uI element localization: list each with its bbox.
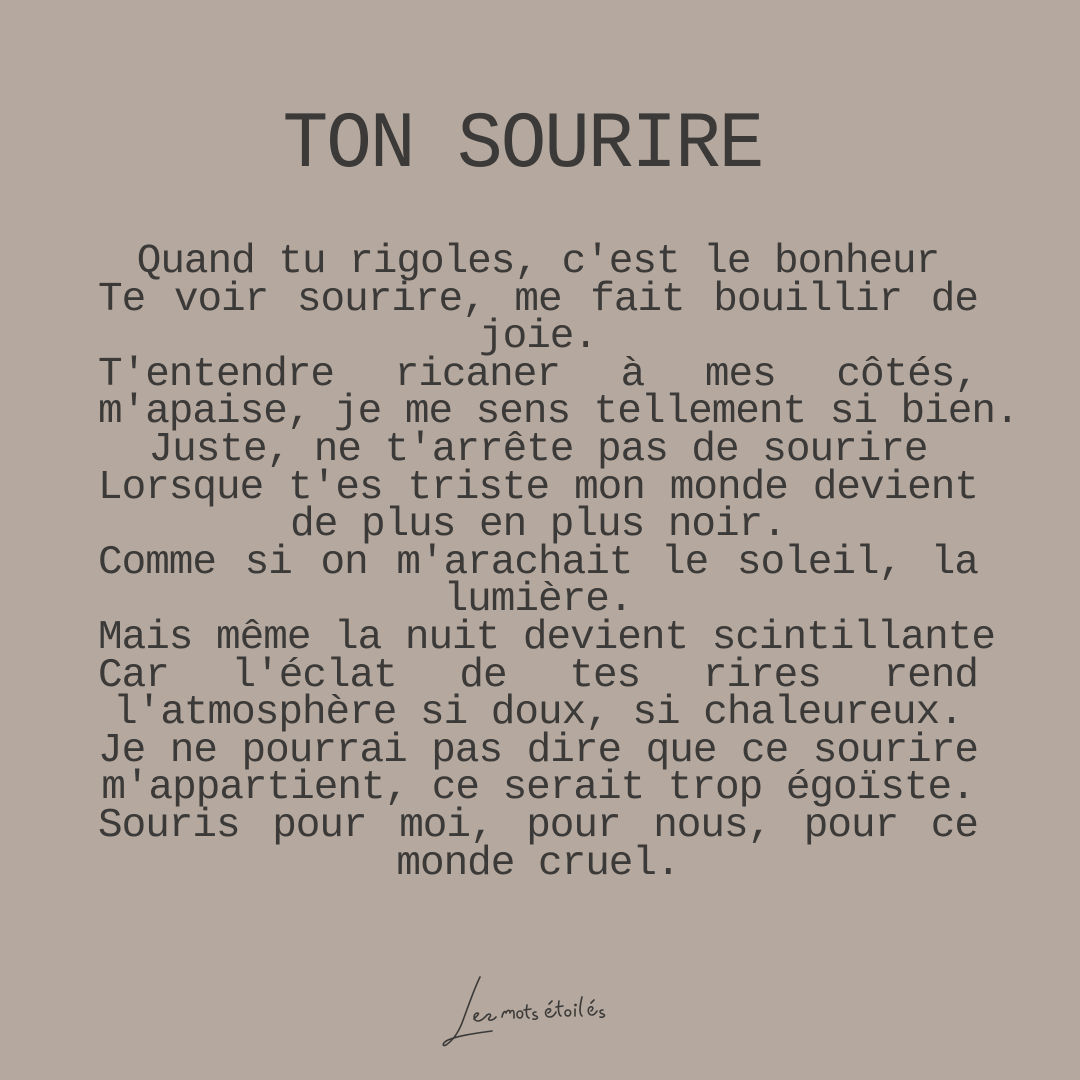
poem-line: monde cruel. xyxy=(396,840,680,887)
poem-line: Juste, ne t'arrête pas de sourire xyxy=(148,426,929,473)
poem-title: TON SOURIRE xyxy=(282,99,765,191)
poem-body: Quand tu rigoles, c'est le bonheur Te vo… xyxy=(98,239,1020,887)
poem-line: Souris pour moi, pour nous, pour ce xyxy=(98,802,979,849)
poem-line: Quand tu rigoles, c'est le bonheur xyxy=(136,239,941,285)
poem-line: Mais même la nuit devient scintillante xyxy=(98,614,996,661)
signature-logo xyxy=(442,976,606,1047)
